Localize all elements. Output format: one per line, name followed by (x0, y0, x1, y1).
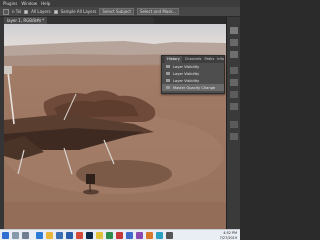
history-entry-label: Layer Visibility (173, 78, 200, 83)
history-panel-tabs: History Channels Paths Info (162, 56, 224, 63)
history-entry-label: Master Opacity Change (173, 85, 216, 90)
channels-icon[interactable] (230, 103, 238, 110)
properties-icon[interactable] (230, 51, 238, 58)
history-state-icon (166, 65, 170, 68)
document-tab-bar: layer 1, RGB/8#) * × (4, 17, 154, 24)
tab-history[interactable]: History (165, 56, 182, 63)
tab-info[interactable]: Info (217, 56, 224, 63)
history-entry[interactable]: Layer Visibility (162, 63, 224, 70)
search-icon[interactable] (12, 232, 19, 239)
history-state-icon (166, 79, 170, 82)
sample-all-layers-label: Sample All Layers (60, 9, 97, 14)
tab-paths[interactable]: Paths (204, 56, 214, 63)
quick-select-tool-icon[interactable] (3, 8, 9, 15)
photoshop-window: Plugins Window Help n Tol All Layers Sam… (0, 0, 240, 240)
history-entry-selected[interactable]: Master Opacity Change (162, 84, 224, 91)
app-icon[interactable] (76, 232, 83, 239)
history-panel: History Channels Paths Info Layer Visibi… (161, 55, 225, 94)
taskbar: 4:52 PM 7/27/2019 (0, 229, 240, 240)
edge-icon[interactable] (36, 232, 43, 239)
history-entry[interactable]: Layer Visibility (162, 70, 224, 77)
taskbar-clock[interactable]: 4:52 PM 7/27/2019 (220, 231, 237, 240)
color-icon[interactable] (230, 27, 238, 34)
app-icon-3[interactable] (116, 232, 123, 239)
history-state-icon (166, 72, 170, 75)
swatches-icon[interactable] (230, 39, 238, 46)
history-entry[interactable]: Layer Visibility (162, 77, 224, 84)
history-entry-label: Layer Visibility (173, 64, 200, 69)
close-icon[interactable]: × (38, 17, 41, 24)
mail-icon[interactable] (66, 232, 73, 239)
adjustments-icon[interactable] (230, 67, 238, 74)
start-icon[interactable] (2, 232, 9, 239)
paths-icon[interactable] (230, 121, 238, 128)
select-and-mask-button[interactable]: Select and Mask... (136, 8, 180, 15)
all-layers-checkbox[interactable] (24, 9, 29, 14)
menu-item-window[interactable]: Window (21, 0, 37, 7)
tolerance-label: n Tol (12, 9, 22, 14)
app-icon-6[interactable] (146, 232, 153, 239)
app-icon-8[interactable] (166, 232, 173, 239)
app-icon-5[interactable] (136, 232, 143, 239)
tab-channels[interactable]: Channels (185, 56, 202, 63)
app-icon-4[interactable] (126, 232, 133, 239)
app-icon-2[interactable] (106, 232, 113, 239)
panel-icon-strip (226, 17, 240, 229)
options-bar: n Tol All Layers Sample All Layers Selec… (0, 7, 240, 17)
clock-date: 7/27/2019 (219, 235, 237, 240)
history-state-icon (166, 86, 170, 89)
history-icon[interactable] (230, 79, 238, 86)
menu-bar: Plugins Window Help (0, 0, 240, 7)
layers-icon[interactable] (230, 91, 238, 98)
all-layers-label: All Layers (31, 9, 51, 14)
sample-all-layers-checkbox[interactable] (53, 9, 58, 14)
store-icon[interactable] (56, 232, 63, 239)
files-icon[interactable] (46, 232, 53, 239)
select-subject-button[interactable]: Select Subject (99, 8, 134, 15)
menu-item-help[interactable]: Help (41, 0, 50, 7)
app-icon-7[interactable] (156, 232, 163, 239)
menu-item-plugins[interactable]: Plugins (3, 0, 17, 7)
history-entry-label: Layer Visibility (173, 71, 200, 76)
chrome-icon[interactable] (96, 232, 103, 239)
info-icon[interactable] (230, 133, 238, 140)
photoshop-icon[interactable] (86, 232, 93, 239)
task-view-icon[interactable] (22, 232, 29, 239)
